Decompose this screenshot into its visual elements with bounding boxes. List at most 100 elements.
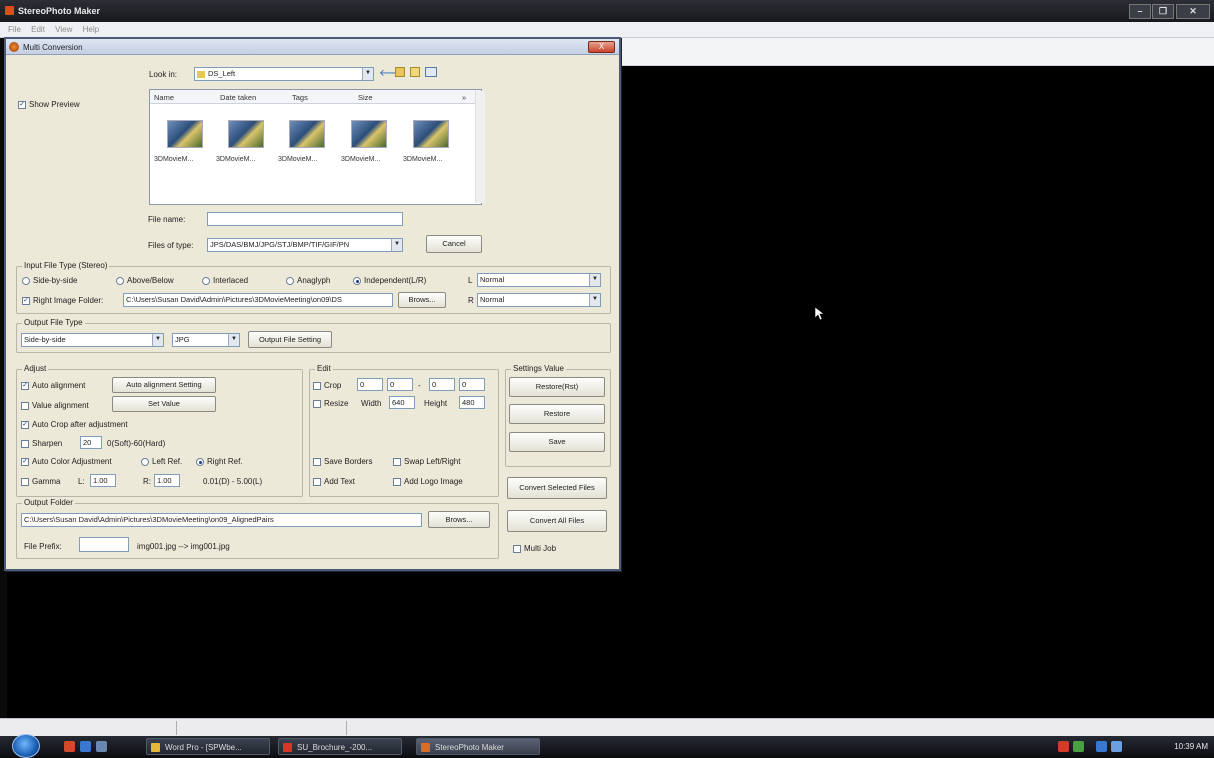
file-prefix-input[interactable] <box>79 537 129 552</box>
auto-crop-checkbox[interactable]: ✓ Auto Crop after adjustment <box>21 420 128 429</box>
new-folder-icon[interactable] <box>410 67 420 77</box>
resize-checkbox[interactable]: Resize <box>313 399 348 408</box>
auto-alignment-setting-button[interactable]: Auto alignment Setting <box>112 377 216 393</box>
quicklaunch-icon[interactable] <box>96 741 107 752</box>
minimize-button[interactable]: – <box>1129 4 1151 19</box>
files-of-type-combo[interactable]: JPS/DAS/BMJ/JPG/STJ/BMP/TIF/GIF/PN ▼ <box>207 238 403 252</box>
tray-icon[interactable] <box>1073 741 1084 752</box>
right-mode-combo[interactable]: Normal ▼ <box>477 293 601 307</box>
crop-dash: - <box>418 381 421 390</box>
restore-button[interactable]: Restore <box>509 404 605 424</box>
file-list-scrollbar[interactable] <box>475 91 485 203</box>
crop-checkbox[interactable]: Crop <box>313 381 341 390</box>
right-image-folder-checkbox[interactable]: ✓ Right Image Folder: <box>22 296 103 305</box>
convert-all-button[interactable]: Convert All Files <box>507 510 607 532</box>
taskbar-item-brochure[interactable]: SU_Brochure_-200... <box>278 738 402 755</box>
files-of-type-label: Files of type: <box>148 241 194 250</box>
value-alignment-checkbox[interactable]: Value alignment <box>21 401 89 410</box>
file-thumbnail[interactable] <box>228 120 264 148</box>
output-format-combo[interactable]: JPG ▼ <box>172 333 240 347</box>
radio-independent[interactable]: Independent(L/R) <box>353 276 426 285</box>
file-caption: 3DMovieM... <box>154 156 194 163</box>
network-icon[interactable] <box>1096 741 1107 752</box>
output-type-combo[interactable]: Side-by-side ▼ <box>21 333 164 347</box>
up-folder-icon[interactable] <box>395 67 405 77</box>
file-list[interactable]: Name Date taken Tags Size » 3DMovieM... … <box>149 89 482 205</box>
file-thumbnail[interactable] <box>351 120 387 148</box>
look-in-combo[interactable]: DS_Left ▼ <box>194 67 374 81</box>
gamma-range-label: 0.01(D) - 5.00(L) <box>203 477 263 486</box>
output-folder-browse-button[interactable]: Brows... <box>428 511 490 528</box>
save-settings-button[interactable]: Save <box>509 432 605 452</box>
show-preview-checkbox[interactable]: ✓ Show Preview <box>18 100 80 109</box>
cancel-button[interactable]: Cancel <box>426 235 482 253</box>
taskbar-item-stereophoto[interactable]: StereoPhoto Maker <box>416 738 540 755</box>
chevron-down-icon: ▼ <box>589 274 600 286</box>
maximize-button[interactable]: ❐ <box>1152 4 1174 19</box>
dialog-title: Multi Conversion <box>23 43 83 52</box>
radio-right-ref[interactable]: Right Ref. <box>196 457 243 466</box>
multi-job-checkbox[interactable]: Multi Job <box>513 544 556 553</box>
set-value-button[interactable]: Set Value <box>112 396 216 412</box>
file-thumbnail[interactable] <box>289 120 325 148</box>
left-mode-combo[interactable]: Normal ▼ <box>477 273 601 287</box>
file-caption: 3DMovieM... <box>341 156 381 163</box>
file-thumbnail[interactable] <box>167 120 203 148</box>
sharpen-checkbox[interactable]: Sharpen <box>21 439 62 448</box>
height-input[interactable]: 480 <box>459 396 485 409</box>
tray-icon[interactable] <box>1058 741 1069 752</box>
crop-input-2[interactable]: 0 <box>387 378 413 391</box>
gamma-r-input[interactable]: 1.00 <box>154 474 180 487</box>
file-name-label: File name: <box>148 215 186 224</box>
gamma-l-input[interactable]: 1.00 <box>90 474 116 487</box>
quicklaunch-icon[interactable] <box>64 741 75 752</box>
dialog-close-button[interactable]: X <box>588 41 615 53</box>
app-title: StereoPhoto Maker <box>18 6 101 16</box>
crop-input-3[interactable]: 0 <box>429 378 455 391</box>
taskbar-item-wordpro[interactable]: Word Pro - [SPWbe... <box>146 738 270 755</box>
swap-left-right-checkbox[interactable]: Swap Left/Right <box>393 457 460 466</box>
radio-side-by-side[interactable]: Side-by-side <box>22 276 77 285</box>
add-logo-checkbox[interactable]: Add Logo Image <box>393 477 463 486</box>
menu-help[interactable]: Help <box>83 25 99 34</box>
right-folder-browse-button[interactable]: Brows... <box>398 292 446 308</box>
column-date-taken[interactable]: Date taken <box>220 93 256 102</box>
gamma-checkbox[interactable]: Gamma <box>21 477 60 486</box>
right-image-folder-input[interactable]: C:\Users\Susan David\Admin\Pictures\3DMo… <box>123 293 393 307</box>
column-name[interactable]: Name <box>154 93 174 102</box>
add-text-checkbox[interactable]: Add Text <box>313 477 355 486</box>
crop-input-1[interactable]: 0 <box>357 378 383 391</box>
close-button[interactable]: ✕ <box>1176 4 1210 19</box>
output-folder-input[interactable]: C:\Users\Susan David\Admin\Pictures\3DMo… <box>21 513 422 527</box>
column-tags[interactable]: Tags <box>292 93 308 102</box>
view-menu-icon[interactable] <box>425 67 437 77</box>
crop-input-4[interactable]: 0 <box>459 378 485 391</box>
file-name-input[interactable] <box>207 212 403 226</box>
left-mode-label: L <box>468 276 473 285</box>
prefix-example-label: img001.jpg --> img001.jpg <box>137 542 230 551</box>
radio-interlaced[interactable]: Interlaced <box>202 276 248 285</box>
sharpen-input[interactable]: 20 <box>80 436 102 449</box>
auto-color-checkbox[interactable]: ✓ Auto Color Adjustment <box>21 457 112 466</box>
menu-bar: File Edit View Help <box>0 22 1214 38</box>
restore-rst-button[interactable]: Restore(Rst) <box>509 377 605 397</box>
width-input[interactable]: 640 <box>389 396 415 409</box>
radio-anaglyph[interactable]: Anaglyph <box>286 276 330 285</box>
start-button[interactable] <box>12 734 40 758</box>
more-columns-icon[interactable]: » <box>462 93 466 102</box>
file-thumbnail[interactable] <box>413 120 449 148</box>
column-size[interactable]: Size <box>358 93 373 102</box>
auto-alignment-checkbox[interactable]: ✓ Auto alignment <box>21 381 85 390</box>
quicklaunch-icon[interactable] <box>80 741 91 752</box>
radio-left-ref[interactable]: Left Ref. <box>141 457 182 466</box>
convert-selected-button[interactable]: Convert Selected Files <box>507 477 607 499</box>
multi-conversion-dialog: Multi Conversion X Look in: DS_Left ▼ 🡐 … <box>4 37 621 571</box>
radio-above-below[interactable]: Above/Below <box>116 276 174 285</box>
volume-icon[interactable] <box>1111 741 1122 752</box>
save-borders-checkbox[interactable]: Save Borders <box>313 457 372 466</box>
menu-file[interactable]: File <box>8 25 21 34</box>
menu-edit[interactable]: Edit <box>31 25 45 34</box>
output-file-setting-button[interactable]: Output File Setting <box>248 331 332 348</box>
menu-view[interactable]: View <box>55 25 72 34</box>
file-caption: 3DMovieM... <box>278 156 318 163</box>
